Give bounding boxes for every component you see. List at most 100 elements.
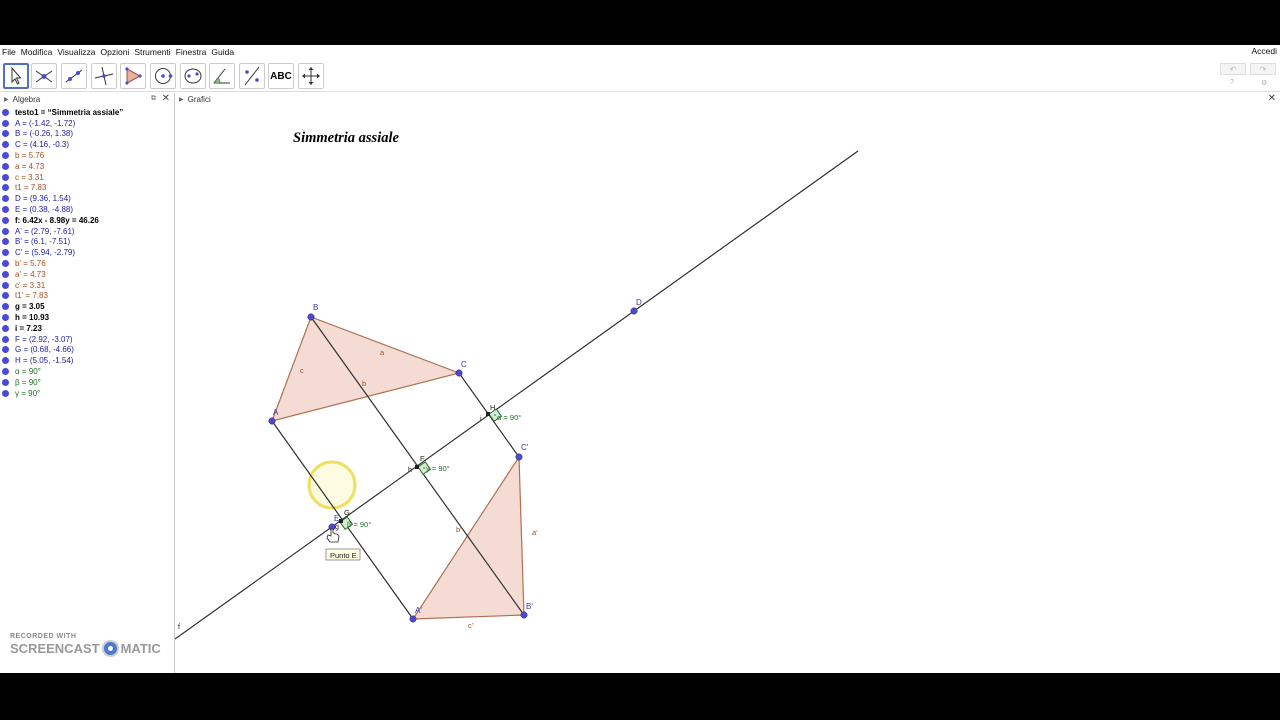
reflect-tool-button[interactable]	[239, 63, 265, 89]
visibility-dot-icon[interactable]	[2, 346, 9, 354]
algebra-row[interactable]: B = (-0.26, 1.38)	[0, 129, 174, 140]
visibility-dot-icon[interactable]	[2, 184, 9, 192]
algebra-row[interactable]: D = (9.36, 1.54)	[0, 193, 174, 204]
algebra-row[interactable]: c = 3.31	[0, 172, 174, 183]
angle-gamma-label: γ = 90°	[426, 464, 450, 473]
visibility-dot-icon[interactable]	[2, 260, 9, 268]
collapse-arrow-icon[interactable]: ▶	[179, 96, 184, 103]
point-A[interactable]	[268, 417, 276, 425]
point-tool-button[interactable]	[31, 63, 57, 89]
point-C-prime[interactable]	[515, 453, 523, 461]
algebra-row[interactable]: f: 6.42x - 8.98y = 46.26	[0, 215, 174, 226]
move-view-tool-button[interactable]	[298, 63, 324, 89]
algebra-row[interactable]: B' = (6.1, -7.51)	[0, 237, 174, 248]
menu-modifica[interactable]: Modifica	[19, 47, 56, 57]
algebra-row[interactable]: t1' = 7.83	[0, 291, 174, 302]
algebra-row[interactable]: a' = 4.73	[0, 269, 174, 280]
algebra-row[interactable]: b' = 5.76	[0, 258, 174, 269]
point-G[interactable]	[339, 519, 343, 523]
move-tool-button[interactable]	[3, 63, 29, 89]
algebra-row[interactable]: b = 5.76	[0, 150, 174, 161]
watermark-main: SCREENCAST MATIC	[10, 640, 161, 657]
visibility-dot-icon[interactable]	[2, 314, 9, 322]
visibility-dot-icon[interactable]	[2, 119, 9, 127]
point-B-prime[interactable]	[520, 611, 528, 619]
point-A-prime[interactable]	[409, 615, 417, 623]
visibility-dot-icon[interactable]	[2, 378, 9, 386]
text-object[interactable]: Simmetria assiale	[293, 130, 400, 146]
algebra-row[interactable]: G = (0.68, -4.66)	[0, 345, 174, 356]
algebra-row[interactable]: h = 10.93	[0, 312, 174, 323]
visibility-dot-icon[interactable]	[2, 130, 9, 138]
redo-button[interactable]: ↷	[1250, 63, 1276, 75]
collapse-arrow-icon[interactable]: ▶	[4, 96, 9, 103]
point-C[interactable]	[455, 369, 463, 377]
algebra-row[interactable]: testo1 = “Simmetria assiale”	[0, 107, 174, 118]
algebra-row-text: β = 90°	[15, 377, 41, 387]
algebra-row[interactable]: c' = 3.31	[0, 280, 174, 291]
algebra-row[interactable]: g = 3.05	[0, 301, 174, 312]
menu-strumenti[interactable]: Strumenti	[132, 47, 173, 57]
visibility-dot-icon[interactable]	[2, 152, 9, 160]
line-tool-button[interactable]	[61, 63, 87, 89]
circle-tool-button[interactable]	[150, 63, 176, 89]
point-F[interactable]	[415, 465, 419, 469]
algebra-row[interactable]: A = (-1.42, -1.72)	[0, 118, 174, 129]
visibility-dot-icon[interactable]	[2, 216, 9, 224]
settings-gear-icon[interactable]: ⚙	[1261, 79, 1267, 87]
visibility-dot-icon[interactable]	[2, 238, 9, 246]
visibility-dot-icon[interactable]	[2, 141, 9, 149]
algebra-row[interactable]: α = 90°	[0, 366, 174, 377]
undo-button[interactable]: ↶	[1220, 63, 1246, 75]
graphics-canvas[interactable]: Simmetria assiale α = 90° γ = 90° β = 90…	[175, 105, 1280, 673]
label-D: D	[636, 298, 642, 307]
visibility-dot-icon[interactable]	[2, 368, 9, 376]
visibility-dot-icon[interactable]	[2, 227, 9, 235]
visibility-dot-icon[interactable]	[2, 249, 9, 257]
undock-icon[interactable]: ⧉	[151, 93, 156, 105]
algebra-row[interactable]: C' = (5.94, -2.79)	[0, 247, 174, 258]
algebra-row-text: b = 5.76	[15, 151, 45, 161]
visibility-dot-icon[interactable]	[2, 206, 9, 214]
visibility-dot-icon[interactable]	[2, 303, 9, 311]
visibility-dot-icon[interactable]	[2, 281, 9, 289]
login-link[interactable]: Accedi	[1251, 46, 1277, 56]
polygon-tool-button[interactable]	[120, 63, 146, 89]
menu-opzioni[interactable]: Opzioni	[98, 47, 132, 57]
visibility-dot-icon[interactable]	[2, 108, 9, 116]
visibility-dot-icon[interactable]	[2, 357, 9, 365]
text-tool-button[interactable]: ABC	[268, 63, 294, 89]
visibility-dot-icon[interactable]	[2, 335, 9, 343]
algebra-row[interactable]: a = 4.73	[0, 161, 174, 172]
visibility-dot-icon[interactable]	[2, 270, 9, 278]
algebra-row[interactable]: i = 7.23	[0, 323, 174, 334]
menu-visualizza[interactable]: Visualizza	[55, 47, 98, 57]
angle-tool-button[interactable]	[209, 63, 235, 89]
point-B[interactable]	[307, 313, 315, 321]
point-H[interactable]	[486, 412, 490, 416]
visibility-dot-icon[interactable]	[2, 162, 9, 170]
menu-file[interactable]: File	[0, 47, 19, 57]
visibility-dot-icon[interactable]	[2, 324, 9, 332]
algebra-row[interactable]: C = (4.16, -0.3)	[0, 139, 174, 150]
close-icon[interactable]: ✕	[1268, 93, 1276, 105]
visibility-dot-icon[interactable]	[2, 195, 9, 203]
ellipse-tool-button[interactable]	[180, 63, 206, 89]
menu-guida[interactable]: Guida	[209, 47, 237, 57]
menu-finestra[interactable]: Finestra	[174, 47, 210, 57]
perpendicular-tool-button[interactable]	[91, 63, 117, 89]
algebra-row[interactable]: E = (0.38, -4.88)	[0, 204, 174, 215]
visibility-dot-icon[interactable]	[2, 292, 9, 300]
visibility-dot-icon[interactable]	[2, 173, 9, 181]
algebra-row[interactable]: F = (2.92, -3.07)	[0, 334, 174, 345]
visibility-dot-icon[interactable]	[2, 389, 9, 397]
point-D[interactable]	[630, 307, 638, 315]
algebra-row[interactable]: β = 90°	[0, 377, 174, 388]
angle-beta-label: β = 90°	[347, 520, 371, 529]
algebra-row[interactable]: γ = 90°	[0, 388, 174, 399]
help-icon[interactable]: ?	[1230, 79, 1234, 86]
algebra-row[interactable]: A' = (2.79, -7.61)	[0, 226, 174, 237]
algebra-row[interactable]: H = (5.05, -1.54)	[0, 355, 174, 366]
close-icon[interactable]: ✕	[162, 93, 170, 105]
algebra-row[interactable]: t1 = 7.83	[0, 183, 174, 194]
